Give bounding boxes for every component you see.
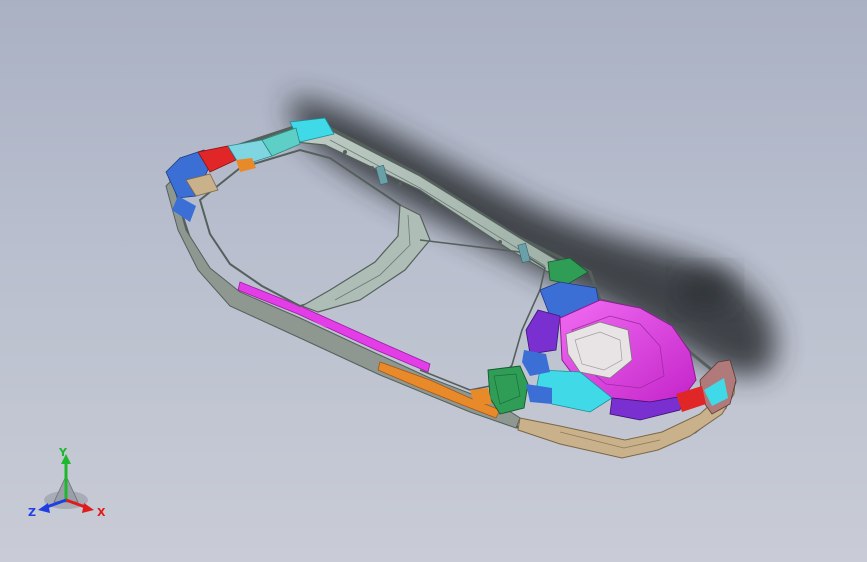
y-axis-label: Y [58,446,68,459]
x-axis-label: X [97,506,106,519]
xyz-axis-triad-icon[interactable]: Y X Z [24,446,108,530]
z-axis-label: Z [28,506,36,519]
model-scene[interactable] [0,0,867,562]
3d-viewport[interactable]: Y X Z [0,0,867,562]
